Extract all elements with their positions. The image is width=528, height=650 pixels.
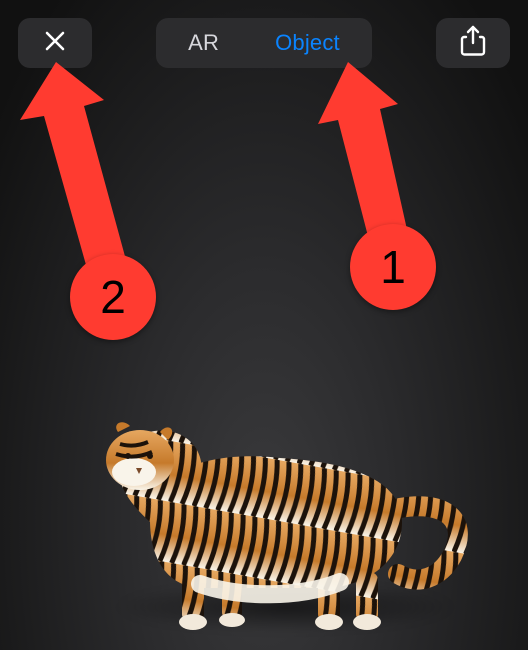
annotation-badge-1-label: 1 [380, 240, 406, 294]
annotation-arrow-1 [310, 62, 460, 292]
annotation-badge-1: 1 [350, 224, 436, 310]
annotation-badge-2-label: 2 [100, 270, 126, 324]
annotation-badge-1-circle: 1 [350, 224, 436, 310]
object-stage[interactable] [0, 350, 528, 650]
top-toolbar: AR Object [0, 18, 528, 68]
ar-tab-label: AR [188, 30, 219, 56]
annotation-arrow-2 [18, 62, 178, 322]
mode-segmented-control: AR Object [156, 18, 372, 68]
object-tab[interactable]: Object [247, 22, 368, 64]
share-icon [460, 25, 486, 62]
ar-tab[interactable]: AR [160, 22, 247, 64]
close-icon [43, 29, 67, 58]
annotation-badge-2-circle: 2 [70, 254, 156, 340]
object-tab-label: Object [275, 30, 340, 56]
annotation-badge-2: 2 [70, 254, 156, 340]
share-button[interactable] [436, 18, 510, 68]
close-button[interactable] [18, 18, 92, 68]
tiger-model [0, 350, 528, 650]
